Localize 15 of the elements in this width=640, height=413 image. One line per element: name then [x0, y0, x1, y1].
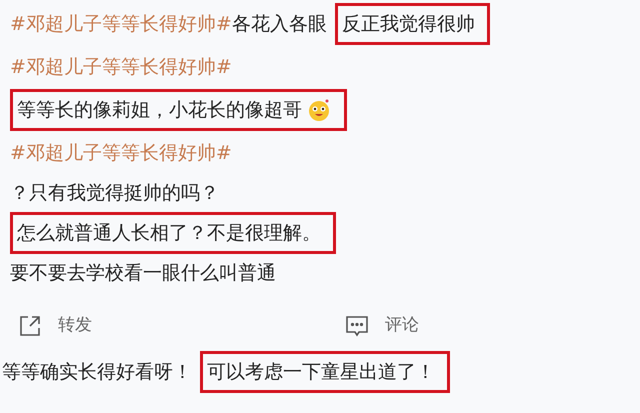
comment-text: ？只有我觉得挺帅的吗？	[10, 180, 219, 206]
action-label[interactable]: 转发	[58, 313, 92, 339]
comment-text: 等等确实长得好看呀！	[2, 360, 192, 385]
highlighted-text: 等等长的像莉姐，小花长的像超哥	[17, 98, 302, 123]
highlighted-text: 反正我觉得很帅	[342, 12, 475, 37]
hashtag-link[interactable]: #邓超儿子等等长得好帅#	[10, 138, 232, 168]
highlighted-text: 可以考虑一下童星出道了！	[207, 360, 435, 385]
comment-text: 要不要去学校看一眼什么叫普通	[10, 260, 276, 286]
action-label[interactable]: 评论	[385, 313, 419, 339]
hashtag-link[interactable]: #邓超儿子等等长得好帅#	[10, 10, 232, 38]
comment-text: 各花入各眼	[232, 12, 327, 37]
comment-icon	[345, 314, 369, 338]
highlighted-text: 怎么就普通人长相了？不是很理解。	[17, 220, 321, 246]
hashtag-link[interactable]: #邓超儿子等等长得好帅#	[10, 52, 232, 82]
share-icon	[18, 314, 42, 338]
